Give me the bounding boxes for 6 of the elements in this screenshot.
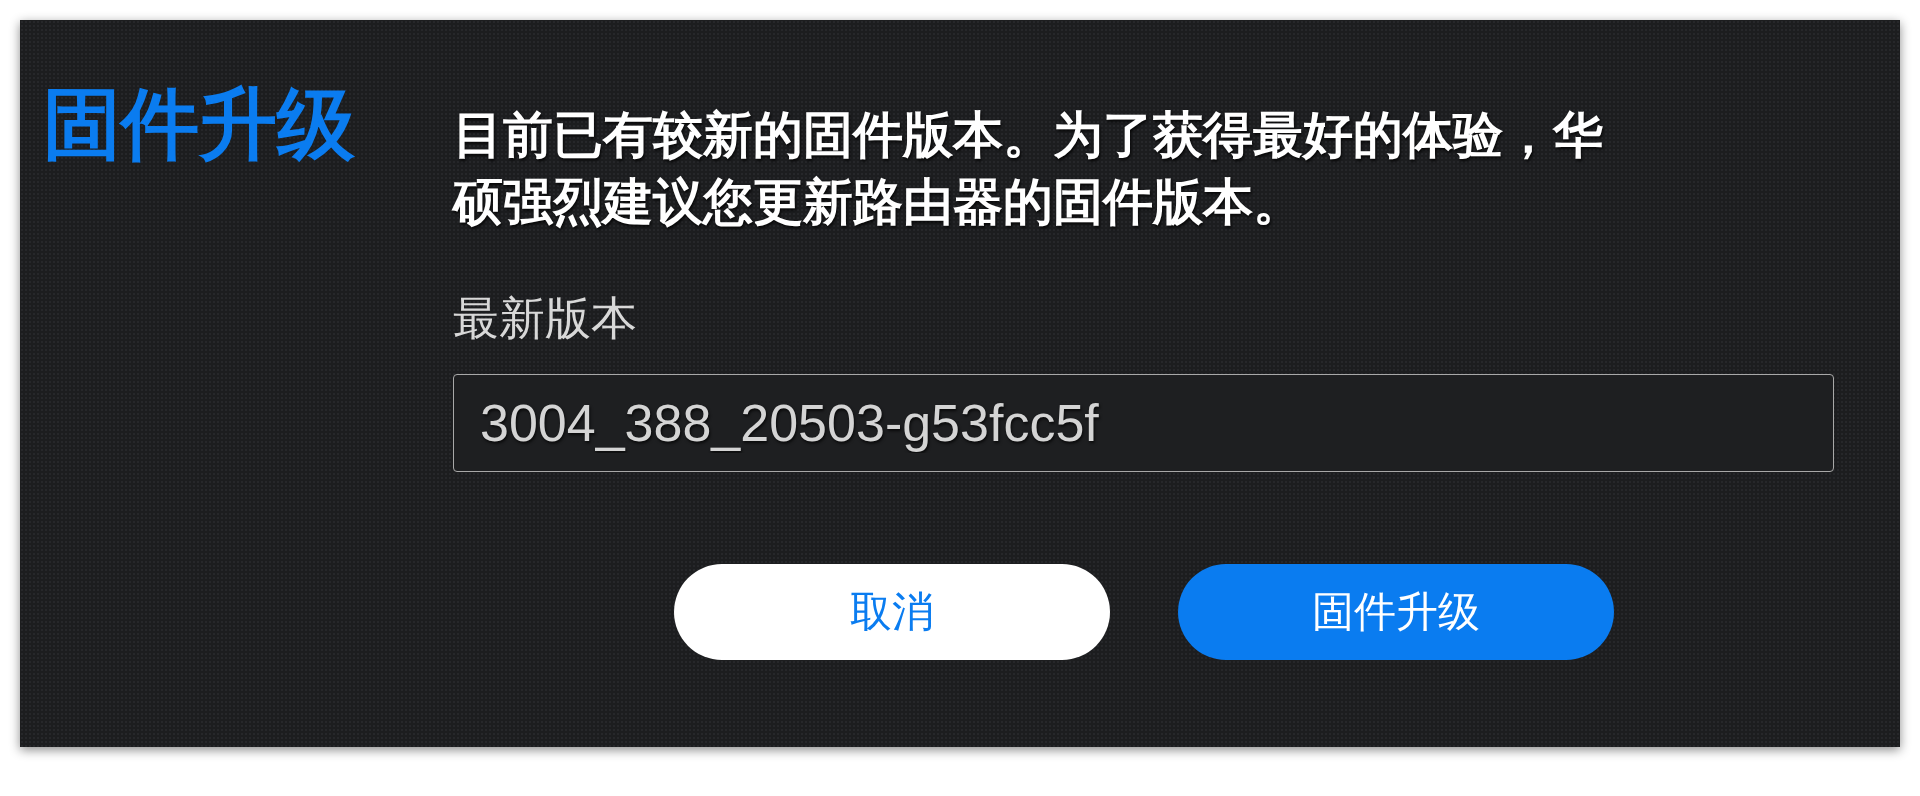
version-field[interactable]: 3004_388_20503-g53fcc5f [453,374,1834,472]
update-message: 目前已有较新的固件版本。为了获得最好的体验，华硕强烈建议您更新路由器的固件版本。 [453,105,1604,233]
dialog-title: 固件升级 [43,82,356,168]
version-label: 最新版本 [453,290,637,347]
cancel-button[interactable]: 取消 [673,564,1110,660]
upgrade-button[interactable]: 固件升级 [1177,564,1614,660]
